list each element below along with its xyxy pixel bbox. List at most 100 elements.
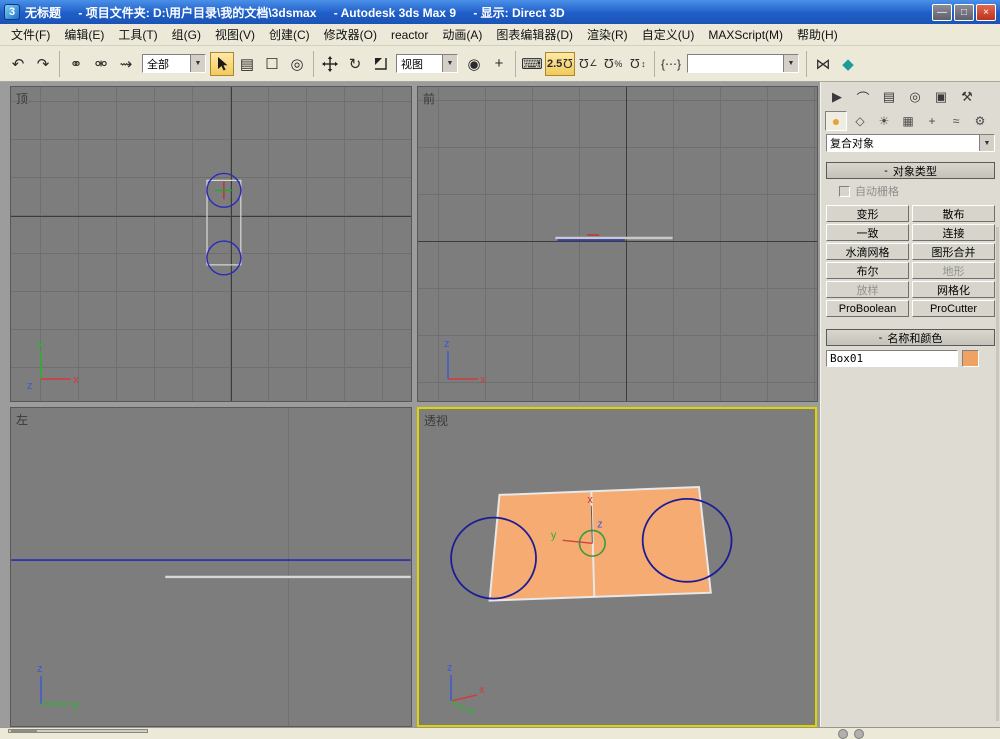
cp-button-conform[interactable]: 一致 <box>826 224 909 241</box>
select-and-manipulate-icon[interactable]: + <box>487 52 511 76</box>
menu-item-customize[interactable]: 自定义(U) <box>635 23 702 46</box>
angle-glyph: ∠ <box>589 58 598 68</box>
cp-button-procutter[interactable]: ProCutter <box>912 300 995 317</box>
category-lights-icon[interactable]: ☀ <box>873 111 895 131</box>
close-button[interactable]: × <box>976 3 996 21</box>
cp-button-terrain[interactable]: 地形 <box>912 262 995 279</box>
app-logo-icon: 3 <box>4 4 20 20</box>
chevron-down-icon[interactable]: ▼ <box>979 135 994 151</box>
menu-item-graph-editors[interactable]: 图表编辑器(D) <box>489 23 580 46</box>
rollout-name-color[interactable]: - 名称和颜色 <box>826 329 995 346</box>
command-panel-scrollbar[interactable] <box>996 227 999 721</box>
menu-item-modifiers[interactable]: 修改器(O) <box>317 23 384 46</box>
menu-item-rendering[interactable]: 渲染(R) <box>580 23 635 46</box>
menu-item-maxscript[interactable]: MAXScript(M) <box>701 25 790 45</box>
circle-spline-lower[interactable] <box>206 240 242 276</box>
toolbar-separator <box>59 50 60 77</box>
mirror-icon[interactable]: ⋈ <box>811 52 835 76</box>
snaps-toggle-icon[interactable]: 2.5 Ω <box>545 51 575 76</box>
undo-icon[interactable]: ↶ <box>6 52 30 76</box>
menu-item-reactor[interactable]: reactor <box>384 25 435 45</box>
cp-button-connect[interactable]: 连接 <box>912 224 995 241</box>
tab-utilities[interactable]: ⚒ <box>955 86 979 108</box>
edit-named-selection-sets-icon[interactable]: {⋯} <box>659 52 683 76</box>
select-by-name-icon[interactable]: ▤ <box>235 52 259 76</box>
bind-to-space-warp-icon[interactable]: ⇝ <box>114 52 138 76</box>
title-bar[interactable]: 3 无标题 - 项目文件夹: D:\用户目录\我的文档\3dsmax - Aut… <box>0 0 1000 24</box>
rollout-name-color-title: 名称和颜色 <box>887 332 943 345</box>
select-and-rotate-icon[interactable]: ↻ <box>343 52 367 76</box>
named-selection-dropdown[interactable]: ▼ <box>687 54 799 73</box>
maximize-button[interactable]: □ <box>954 3 974 21</box>
viewport-front-label[interactable]: 前 <box>423 90 435 107</box>
box-object[interactable] <box>488 485 712 602</box>
menu-item-edit[interactable]: 编辑(E) <box>57 23 111 46</box>
viewport-left[interactable]: 左 z y <box>10 407 412 727</box>
menu-item-views[interactable]: 视图(V) <box>208 23 262 46</box>
unlink-selection-icon[interactable]: ⚮ <box>89 52 113 76</box>
category-helpers-icon[interactable]: + <box>921 111 943 131</box>
tab-create[interactable]: ▶ <box>825 86 849 108</box>
menu-item-animation[interactable]: 动画(A) <box>435 23 489 46</box>
align-icon[interactable]: ◆ <box>836 52 860 76</box>
track-bar-fragment[interactable] <box>8 729 148 733</box>
menu-item-group[interactable]: 组(G) <box>165 23 208 46</box>
object-name-field[interactable] <box>826 350 958 367</box>
redo-icon[interactable]: ↷ <box>31 52 55 76</box>
select-and-scale-icon[interactable] <box>368 52 392 76</box>
category-shapes-icon[interactable]: ◇ <box>849 111 871 131</box>
cp-button-proboolean[interactable]: ProBoolean <box>826 300 909 317</box>
track-bar-thumb[interactable] <box>11 730 37 732</box>
cp-button-blobmesh[interactable]: 水滴网格 <box>826 243 909 260</box>
tab-motion[interactable]: ◎ <box>903 86 927 108</box>
svg-text:z: z <box>27 380 33 391</box>
rollout-minus-icon: - <box>878 331 883 344</box>
reference-coordinate-dropdown[interactable]: 视图 ▼ <box>396 54 458 73</box>
viewport-perspective[interactable]: 透视 x y z z x y <box>417 407 817 727</box>
rollout-object-type[interactable]: - 对象类型 <box>826 162 995 179</box>
select-and-link-icon[interactable]: ⚭ <box>64 52 88 76</box>
autogrid-checkbox[interactable] <box>839 185 850 197</box>
menu-item-create[interactable]: 创建(C) <box>262 23 317 46</box>
angle-snap-icon[interactable]: Ω ∠ <box>576 52 600 76</box>
chevron-down-icon[interactable]: ▼ <box>190 55 205 72</box>
spinner-snap-icon[interactable]: Ω ↕ <box>626 52 650 76</box>
viewport-perspective-label[interactable]: 透视 <box>424 412 448 429</box>
viewport-front[interactable]: 前 z x <box>417 86 818 402</box>
menu-item-file[interactable]: 文件(F) <box>4 23 57 46</box>
svg-text:x: x <box>73 374 79 386</box>
viewport-top-label[interactable]: 顶 <box>16 90 28 107</box>
menu-item-help[interactable]: 帮助(H) <box>790 23 845 46</box>
percent-snap-icon[interactable]: Ω % <box>601 52 625 76</box>
category-cameras-icon[interactable]: ▦ <box>897 111 919 131</box>
geometry-category-dropdown[interactable]: 复合对象 ▼ <box>826 134 995 152</box>
cp-button-loft[interactable]: 放样 <box>826 281 909 298</box>
viewport-left-label[interactable]: 左 <box>16 411 28 428</box>
category-systems-icon[interactable]: ⚙ <box>969 111 991 131</box>
category-spacewarps-icon[interactable]: ≈ <box>945 111 967 131</box>
rectangular-selection-region-icon[interactable]: ☐ <box>260 52 284 76</box>
tab-display[interactable]: ▣ <box>929 86 953 108</box>
selection-filter-dropdown[interactable]: 全部 ▼ <box>142 54 206 73</box>
menu-item-tools[interactable]: 工具(T) <box>111 23 164 46</box>
category-geometry-icon[interactable]: ● <box>825 111 847 131</box>
use-pivot-point-icon[interactable]: ◉ <box>462 52 486 76</box>
cp-button-morph[interactable]: 变形 <box>826 205 909 222</box>
viewport-top[interactable]: 顶 y x z <box>10 86 412 402</box>
tab-hierarchy[interactable]: ▤ <box>877 86 901 108</box>
selection-filter-value: 全部 <box>147 58 169 71</box>
select-object-button[interactable] <box>210 51 234 76</box>
cp-button-shapemerge[interactable]: 图形合并 <box>912 243 995 260</box>
keyboard-shortcut-override-icon[interactable]: ⌨ <box>520 52 544 76</box>
cp-button-mesher[interactable]: 网格化 <box>912 281 995 298</box>
cp-button-scatter[interactable]: 散布 <box>912 205 995 222</box>
chevron-down-icon[interactable]: ▼ <box>783 55 798 72</box>
tab-modify[interactable]: ⌒ <box>851 86 875 108</box>
chevron-down-icon[interactable]: ▼ <box>442 55 457 72</box>
cp-button-boolean[interactable]: 布尔 <box>826 262 909 279</box>
minimize-button[interactable]: — <box>932 3 952 21</box>
select-and-move-icon[interactable] <box>318 52 342 76</box>
object-color-swatch[interactable] <box>962 350 979 367</box>
axis-tripod: z x y <box>447 662 485 715</box>
window-crossing-toggle-icon[interactable]: ◎ <box>285 52 309 76</box>
